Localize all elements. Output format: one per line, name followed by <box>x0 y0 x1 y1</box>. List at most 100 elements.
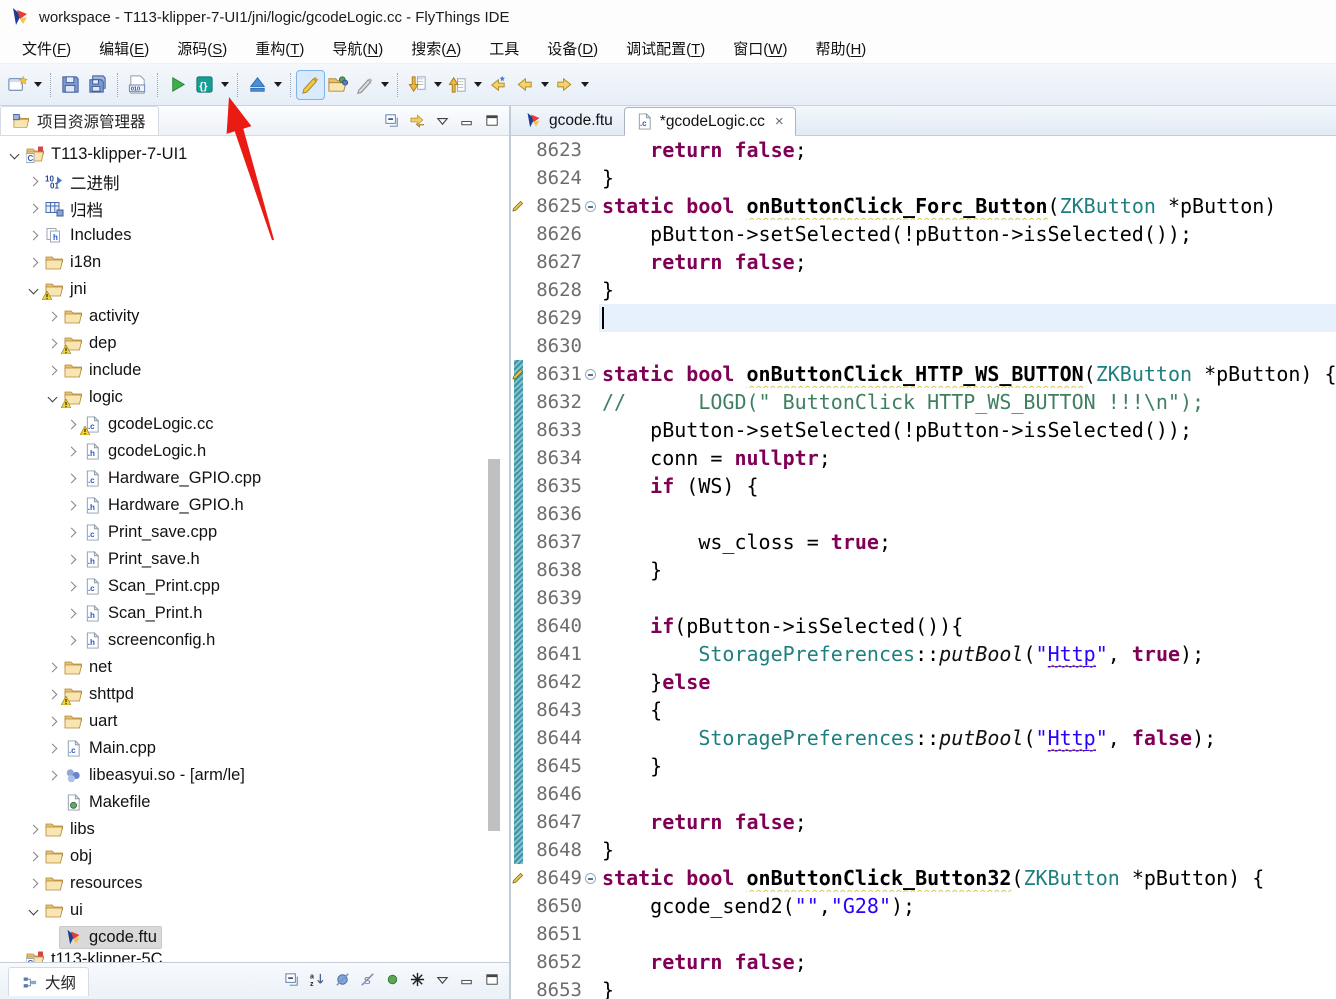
tree-item-includes[interactable]: hIncludes <box>0 222 509 249</box>
tree-item-归档[interactable]: 归档 <box>0 195 509 222</box>
outline-sort-icon[interactable]: az <box>309 971 326 988</box>
fold-toggle-icon[interactable] <box>582 864 599 892</box>
tree-item-ui[interactable]: ui <box>0 897 509 924</box>
tree-item-二进制[interactable]: 1001二进制 <box>0 168 509 195</box>
expand-chevron-icon[interactable] <box>44 718 60 725</box>
explorer-scrollbar[interactable] <box>488 459 500 831</box>
outline-minimize-icon[interactable] <box>459 971 476 988</box>
tree-item-main-cpp[interactable]: .cMain.cpp <box>0 735 509 762</box>
expand-chevron-icon[interactable] <box>25 232 41 239</box>
expand-chevron-icon[interactable] <box>63 448 79 455</box>
explorer-maximize-icon[interactable] <box>484 112 501 129</box>
annotation-gutter[interactable] <box>511 864 526 892</box>
menu-search[interactable]: 搜索(A) <box>397 34 475 63</box>
expand-chevron-icon[interactable] <box>63 556 79 563</box>
annotation-gutter[interactable] <box>511 304 526 332</box>
annotation-gutter[interactable] <box>511 388 526 416</box>
outline-collapse-all-icon[interactable] <box>284 971 301 988</box>
back-button[interactable] <box>511 71 538 99</box>
annotation-gutter[interactable] <box>511 808 526 836</box>
annotation-gutter[interactable] <box>511 360 526 388</box>
menu-edit[interactable]: 编辑(E) <box>85 34 163 63</box>
menu-debug-config[interactable]: 调试配置(T) <box>612 34 719 63</box>
build-button[interactable]: {} <box>191 71 218 99</box>
last-edit-location-button[interactable] <box>484 71 511 99</box>
tree-item-gcodelogic-cc[interactable]: .cgcodeLogic.cc <box>0 411 509 438</box>
annotation-gutter[interactable] <box>511 192 526 220</box>
outline-hide-local-icon[interactable] <box>409 971 426 988</box>
next-annotation-dropdown[interactable] <box>431 71 444 99</box>
prev-annotation-dropdown[interactable] <box>471 71 484 99</box>
annotation-gutter[interactable] <box>511 472 526 500</box>
explorer-link-editor-icon[interactable] <box>409 112 426 129</box>
tree-item-t113-klipper-5c[interactable]: Ct113-klipper-5C <box>0 951 509 962</box>
annotation-gutter[interactable] <box>511 444 526 472</box>
tree-item-include[interactable]: include <box>0 357 509 384</box>
new-wizard-button[interactable] <box>4 71 31 99</box>
flash-download-dropdown[interactable] <box>271 71 284 99</box>
build-dropdown[interactable] <box>218 71 231 99</box>
expand-chevron-icon[interactable] <box>44 691 60 698</box>
code-editor[interactable]: 8623 return false;8624}8625static bool o… <box>511 136 1336 999</box>
binary-edit-button[interactable]: 010 <box>124 71 151 99</box>
expand-chevron-icon[interactable] <box>25 853 41 860</box>
expand-chevron-icon[interactable] <box>6 151 22 158</box>
tree-item-activity[interactable]: activity <box>0 303 509 330</box>
tree-item-gcodelogic-h[interactable]: .hgcodeLogic.h <box>0 438 509 465</box>
tree-item-jni[interactable]: jni <box>0 276 509 303</box>
tree-item-gcode-ftu[interactable]: gcode.ftu <box>0 924 509 951</box>
tree-item-obj[interactable]: obj <box>0 843 509 870</box>
expand-chevron-icon[interactable] <box>44 394 60 401</box>
tree-item-net[interactable]: net <box>0 654 509 681</box>
annotation-gutter[interactable] <box>511 164 526 192</box>
tree-item-scan-print-h[interactable]: .hScan_Print.h <box>0 600 509 627</box>
expand-chevron-icon[interactable] <box>25 259 41 266</box>
annotation-gutter[interactable] <box>511 920 526 948</box>
tab-gcodelogic-cc[interactable]: .c*gcodeLogic.cc× <box>624 107 796 136</box>
annotation-gutter[interactable] <box>511 668 526 696</box>
menu-navigate[interactable]: 导航(N) <box>318 34 397 63</box>
tree-item-logic[interactable]: logic <box>0 384 509 411</box>
expand-chevron-icon[interactable] <box>25 178 41 185</box>
annotation-gutter[interactable] <box>511 220 526 248</box>
annotation-gutter[interactable] <box>511 276 526 304</box>
forward-button[interactable] <box>551 71 578 99</box>
expand-chevron-icon[interactable] <box>25 907 41 914</box>
tree-item-hardware-gpio-cpp[interactable]: .cHardware_GPIO.cpp <box>0 465 509 492</box>
run-button[interactable] <box>164 71 191 99</box>
annotation-gutter[interactable] <box>511 248 526 276</box>
tree-item-shttpd[interactable]: shttpd <box>0 681 509 708</box>
tree-item-scan-print-cpp[interactable]: .cScan_Print.cpp <box>0 573 509 600</box>
open-resource-button[interactable] <box>324 71 351 99</box>
tree-item-libs[interactable]: libs <box>0 816 509 843</box>
expand-chevron-icon[interactable] <box>44 745 60 752</box>
new-wizard-dropdown[interactable] <box>31 71 44 99</box>
expand-chevron-icon[interactable] <box>44 313 60 320</box>
tree-item-resources[interactable]: resources <box>0 870 509 897</box>
annotation-gutter[interactable] <box>511 528 526 556</box>
expand-chevron-icon[interactable] <box>63 583 79 590</box>
expand-chevron-icon[interactable] <box>25 205 41 212</box>
back-dropdown[interactable] <box>538 71 551 99</box>
annotation-gutter[interactable] <box>511 948 526 976</box>
menu-file[interactable]: 文件(F) <box>8 34 85 63</box>
annotation-gutter[interactable] <box>511 752 526 780</box>
expand-chevron-icon[interactable] <box>63 637 79 644</box>
menu-device[interactable]: 设备(D) <box>533 34 612 63</box>
expand-chevron-icon[interactable] <box>63 502 79 509</box>
annotation-gutter[interactable] <box>511 556 526 584</box>
annotation-gutter[interactable] <box>511 976 526 999</box>
annotation-gutter[interactable] <box>511 640 526 668</box>
save-button[interactable] <box>57 71 84 99</box>
menu-refactor[interactable]: 重构(T) <box>241 34 318 63</box>
outline-maximize-icon[interactable] <box>484 971 501 988</box>
expand-chevron-icon[interactable] <box>25 880 41 887</box>
tab-project-explorer[interactable]: 项目资源管理器 <box>0 106 159 135</box>
annotation-gutter[interactable] <box>511 892 526 920</box>
fold-toggle-icon[interactable] <box>582 360 599 388</box>
tree-item-t113-klipper-7-ui1[interactable]: CT113-klipper-7-UI1 <box>0 141 509 168</box>
tab-close-icon[interactable]: × <box>775 114 784 129</box>
outline-hide-static-icon[interactable]: S <box>359 971 376 988</box>
tree-item-print-save-cpp[interactable]: .cPrint_save.cpp <box>0 519 509 546</box>
explorer-view-menu-icon[interactable] <box>434 112 451 129</box>
